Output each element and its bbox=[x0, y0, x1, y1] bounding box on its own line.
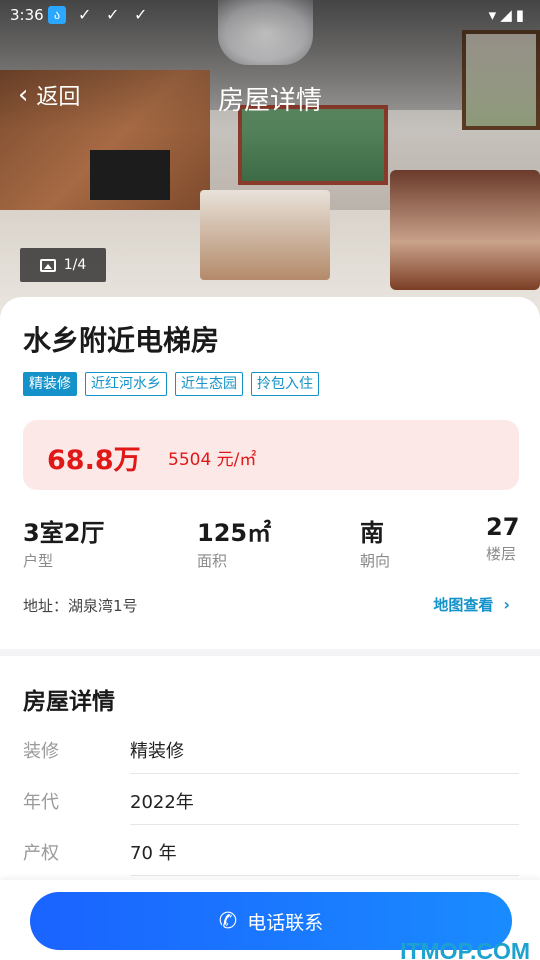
tag: 拎包入住 bbox=[251, 372, 319, 396]
detail-key: 产权 bbox=[23, 843, 59, 864]
status-time: 3:36 bbox=[10, 6, 44, 24]
detail-value: 精装修 bbox=[130, 741, 184, 762]
stat-area: 125㎡ 面积 bbox=[197, 513, 271, 571]
house-name: 水乡附近电梯房 bbox=[23, 324, 220, 357]
photo-sofa bbox=[390, 170, 540, 290]
detail-row-year: 年代 2022年 bbox=[23, 774, 519, 825]
download-done-icon: ✓ bbox=[134, 5, 148, 24]
download-done-icon: ✓ bbox=[78, 5, 92, 24]
tag: 精装修 bbox=[23, 372, 77, 396]
photo-table bbox=[200, 190, 330, 280]
map-view-label: 地图查看 bbox=[433, 596, 494, 614]
section-title: 房屋详情 bbox=[23, 689, 115, 715]
wifi-signal-battery-icon: ▾◢▮ bbox=[488, 6, 528, 24]
status-bar: 3:36 ა ✓ ✓ ✓ ▾◢▮ bbox=[0, 0, 540, 32]
stat-label: 楼层 bbox=[486, 545, 517, 563]
detail-row-decoration: 装修 精装修 bbox=[23, 723, 519, 774]
detail-key: 年代 bbox=[23, 792, 59, 813]
divider bbox=[130, 875, 519, 876]
stat-value: 南 bbox=[360, 519, 384, 547]
detail-value: 70 年 bbox=[130, 843, 177, 864]
top-bar: ‹ 返回 房屋详情 bbox=[0, 70, 540, 120]
address-text: 地址：湖泉湾1号 bbox=[23, 597, 138, 615]
stat-floor: 27 楼层 bbox=[486, 513, 519, 564]
map-view-link[interactable]: 地图查看 › bbox=[433, 594, 510, 615]
tag: 近生态园 bbox=[175, 372, 243, 396]
price-box: 68.8万 5504 元/㎡ bbox=[23, 420, 519, 490]
phone-icon: ✆ bbox=[218, 908, 238, 934]
photo-counter-text: 1/4 bbox=[63, 257, 87, 273]
image-icon bbox=[39, 258, 56, 272]
stat-value: 125㎡ bbox=[197, 519, 272, 547]
chevron-right-icon: › bbox=[503, 595, 510, 614]
stat-value: 27 bbox=[486, 513, 520, 541]
stat-layout: 3室2厅 户型 bbox=[23, 513, 104, 571]
stat-value: 3室2厅 bbox=[23, 519, 105, 547]
watermark: ITMOP.COM bbox=[400, 938, 530, 960]
page-title: 房屋详情 bbox=[217, 86, 322, 116]
stat-label: 户型 bbox=[23, 552, 54, 570]
photo-counter[interactable]: 1/4 bbox=[20, 248, 106, 282]
tag: 近红河水乡 bbox=[85, 372, 167, 396]
total-price: 68.8万 bbox=[47, 445, 141, 476]
house-info-card: 水乡附近电梯房 精装修 近红河水乡 近生态园 拎包入住 68.8万 5504 元… bbox=[0, 297, 540, 649]
unit-price: 5504 元/㎡ bbox=[168, 450, 257, 470]
call-button-label: 电话联系 bbox=[247, 911, 324, 934]
tag-list: 精装修 近红河水乡 近生态园 拎包入住 bbox=[23, 372, 319, 396]
download-done-icon: ✓ bbox=[106, 5, 120, 24]
stat-label: 朝向 bbox=[360, 552, 391, 570]
detail-row-ownership: 产权 70 年 bbox=[23, 825, 519, 876]
stat-label: 面积 bbox=[197, 552, 228, 570]
detail-value: 2022年 bbox=[130, 792, 194, 813]
stat-orientation: 南 朝向 bbox=[360, 513, 390, 571]
detail-key: 装修 bbox=[23, 741, 59, 762]
app-notification-icon: ა bbox=[48, 6, 66, 24]
